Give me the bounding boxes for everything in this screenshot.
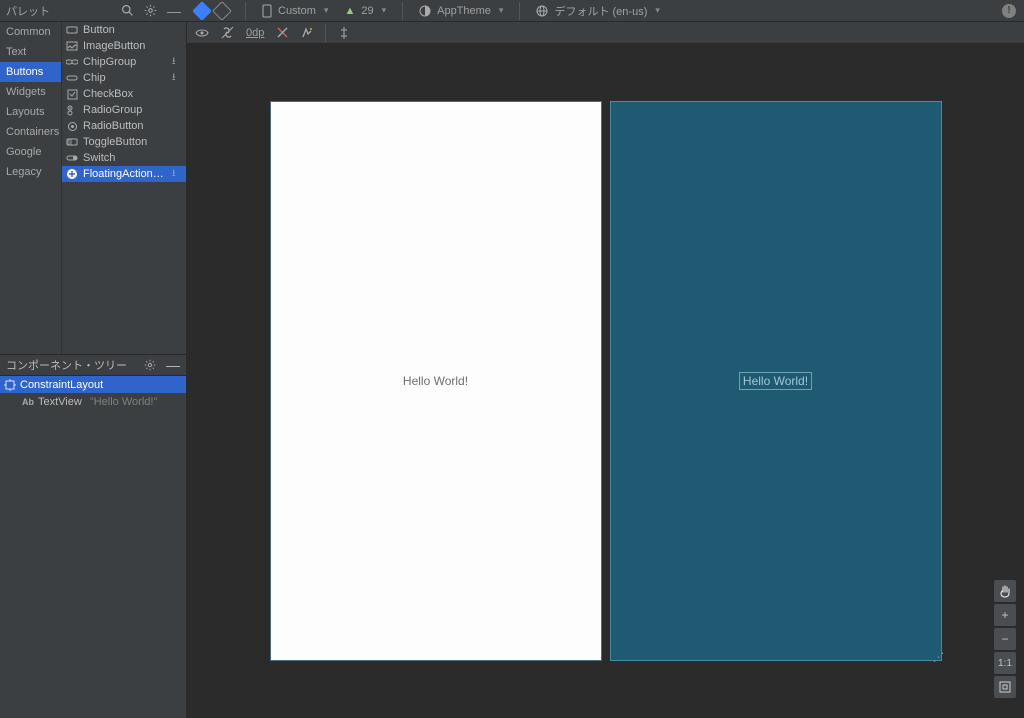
palette-category-list: CommonTextButtonsWidgetsLayoutsContainer… [0, 22, 62, 354]
chevron-down-icon: ▾ [382, 5, 387, 16]
margin-value: 0dp [246, 27, 264, 39]
download-icon[interactable]: ⭳ [172, 70, 182, 87]
component-label: ChipGroup [83, 56, 167, 68]
autoconnect-icon[interactable] [221, 26, 234, 39]
locale-selector[interactable]: デフォルト (en-us) ▾ [536, 3, 659, 19]
component-label: ToggleButton [83, 136, 182, 148]
palette-component-button[interactable]: Button [62, 22, 186, 38]
zoom-fit-button[interactable] [994, 676, 1016, 698]
palette-component-floatingactionb[interactable]: FloatingActionB... ⭳ [62, 166, 186, 182]
clear-constraints-icon[interactable] [276, 26, 289, 39]
palette-title: パレット [6, 3, 50, 19]
main-toolbar: パレット — Custom ▾ ▲ [0, 0, 1024, 22]
palette-category-legacy[interactable]: Legacy [0, 162, 61, 182]
component-label: RadioButton [83, 120, 182, 132]
theme-selector[interactable]: AppTheme ▾ [419, 5, 503, 17]
preview-text: Hello World! [739, 372, 812, 390]
zoom-in-button[interactable]: + [994, 604, 1016, 626]
warning-icon[interactable]: ! [1002, 4, 1016, 18]
locale-label: デフォルト (en-us) [554, 3, 647, 19]
design-surface-icon[interactable] [192, 1, 212, 21]
minimize-icon[interactable]: — [167, 7, 181, 15]
pan-icon[interactable] [994, 580, 1016, 602]
checkbox-icon [66, 88, 78, 100]
palette-category-google[interactable]: Google [0, 142, 61, 162]
component-label: ImageButton [83, 40, 182, 52]
design-canvas: 0dp Hello World! Hello World! [187, 22, 1024, 718]
tree-node-label: TextView [38, 396, 82, 408]
search-icon[interactable] [121, 4, 134, 17]
palette-category-buttons[interactable]: Buttons [0, 62, 61, 82]
component-tree-header: コンポーネント・ツリー — [0, 354, 186, 376]
palette-component-radiobutton[interactable]: RadioButton [62, 118, 186, 134]
palette-component-checkbox[interactable]: CheckBox [62, 86, 186, 102]
palette-component-imagebutton[interactable]: ImageButton [62, 38, 186, 54]
device-label: Custom [278, 5, 316, 17]
eye-icon[interactable] [195, 28, 209, 38]
palette-category-common[interactable]: Common [0, 22, 61, 42]
palette-category-layouts[interactable]: Layouts [0, 102, 61, 122]
design-preview[interactable]: Hello World! [270, 101, 602, 661]
palette-panel: CommonTextButtonsWidgetsLayoutsContainer… [0, 22, 186, 354]
download-icon[interactable]: ⭳ [172, 54, 182, 71]
palette-component-chipgroup[interactable]: ChipGroup ⭳ [62, 54, 186, 70]
palette-component-radiogroup[interactable]: RadioGroup [62, 102, 186, 118]
resize-handle-icon[interactable]: ⋰ [933, 650, 945, 664]
tree-node-label: ConstraintLayout [20, 379, 103, 391]
zoom-out-button[interactable]: − [994, 628, 1016, 650]
palette-category-widgets[interactable]: Widgets [0, 82, 61, 102]
android-icon: ▲ [344, 5, 355, 17]
palette-component-togglebutton[interactable]: ToggleButton [62, 134, 186, 150]
switch-icon [66, 152, 78, 164]
radiobutton-icon [66, 120, 78, 132]
component-label: Chip [83, 72, 167, 84]
infer-constraints-icon[interactable] [301, 27, 313, 39]
palette-component-switch[interactable]: Switch [62, 150, 186, 166]
component-label: RadioGroup [83, 104, 182, 116]
zoom-reset-button[interactable]: 1:1 [994, 652, 1016, 674]
theme-label: AppTheme [437, 5, 491, 17]
palette-category-text[interactable]: Text [0, 42, 61, 62]
component-label: CheckBox [83, 88, 182, 100]
textview-icon: Ab [22, 397, 34, 407]
chipgroup-icon [66, 56, 78, 68]
preview-text: Hello World! [403, 374, 468, 388]
canvas-viewport[interactable]: Hello World! Hello World! ⋰ + − 1:1 [187, 44, 1024, 718]
download-icon[interactable]: ⭳ [172, 166, 182, 183]
component-tree: ConstraintLayout Ab TextView "Hello Worl… [0, 376, 186, 718]
gear-icon[interactable] [144, 4, 157, 17]
blueprint-surface-icon[interactable] [212, 1, 232, 21]
chevron-down-icon: ▾ [655, 5, 660, 16]
fab-icon [66, 168, 78, 180]
imagebutton-icon [66, 40, 78, 52]
tree-row-constraintlayout[interactable]: ConstraintLayout [0, 376, 186, 393]
chip-icon [66, 72, 78, 84]
tree-node-hint: "Hello World!" [90, 396, 158, 408]
palette-component-list: ButtonImageButtonChipGroup⭳Chip⭳CheckBox… [62, 22, 186, 354]
canvas-toolbar: 0dp [187, 22, 1024, 44]
minimize-icon[interactable]: — [166, 361, 180, 369]
tree-row-textview[interactable]: Ab TextView "Hello World!" [0, 393, 186, 410]
component-label: Button [83, 24, 182, 36]
guidelines-icon[interactable] [338, 27, 350, 39]
api-selector[interactable]: ▲ 29 ▾ [344, 5, 386, 17]
constraint-layout-icon [4, 379, 16, 391]
blueprint-preview[interactable]: Hello World! ⋰ [610, 101, 942, 661]
chevron-down-icon: ▾ [324, 5, 329, 16]
button-icon [66, 24, 78, 36]
component-label: FloatingActionB... [83, 168, 167, 180]
zoom-controls: + − 1:1 [994, 580, 1016, 698]
api-level: 29 [361, 5, 373, 17]
gear-icon[interactable] [144, 359, 156, 371]
chevron-down-icon: ▾ [499, 5, 504, 16]
component-tree-title: コンポーネント・ツリー [6, 357, 127, 373]
radiogroup-icon [66, 104, 78, 116]
component-label: Switch [83, 152, 182, 164]
palette-component-chip[interactable]: Chip ⭳ [62, 70, 186, 86]
togglebutton-icon [66, 136, 78, 148]
device-selector[interactable]: Custom ▾ [262, 4, 328, 18]
palette-category-containers[interactable]: Containers [0, 122, 61, 142]
default-margin-selector[interactable]: 0dp [246, 27, 264, 39]
